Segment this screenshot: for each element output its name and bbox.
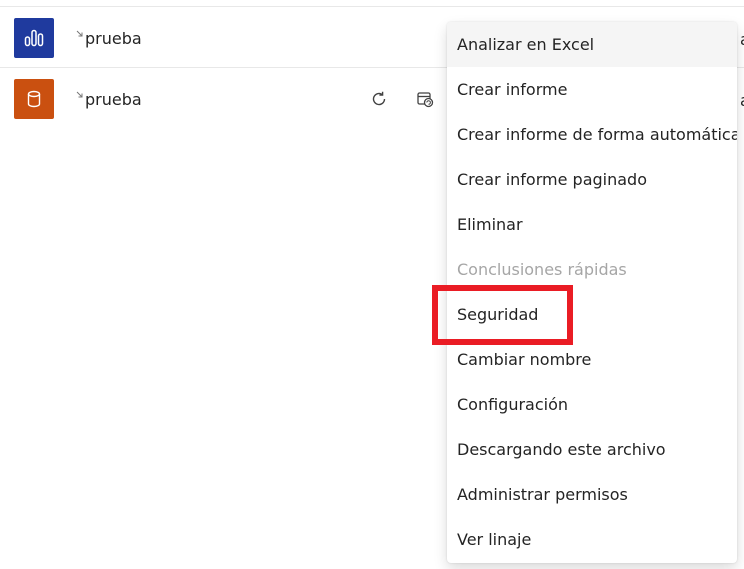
menu-item-create-report[interactable]: Crear informe xyxy=(447,67,737,112)
shortcut-arrow-icon xyxy=(76,84,84,98)
menu-item-security[interactable]: Seguridad xyxy=(447,292,737,337)
truncated-column-text: a xyxy=(740,30,744,50)
refresh-icon[interactable] xyxy=(369,89,389,109)
menu-item-create-paginated-report[interactable]: Crear informe paginado xyxy=(447,157,737,202)
database-icon xyxy=(14,79,54,119)
menu-item-view-lineage[interactable]: Ver linaje xyxy=(447,517,737,562)
menu-item-rename[interactable]: Cambiar nombre xyxy=(447,337,737,382)
menu-item-manage-permissions[interactable]: Administrar permisos xyxy=(447,472,737,517)
item-name[interactable]: prueba xyxy=(85,29,142,49)
menu-item-analyze-in-excel[interactable]: Analizar en Excel xyxy=(447,22,737,67)
menu-item-quick-insights: Conclusiones rápidas xyxy=(457,260,627,279)
menu-item-auto-create-report[interactable]: Crear informe de forma automática xyxy=(447,112,737,157)
item-name[interactable]: prueba xyxy=(85,90,142,110)
context-menu: Analizar en Excel Crear informe Crear in… xyxy=(447,22,737,563)
truncated-column-text: a xyxy=(740,91,744,111)
top-divider xyxy=(0,6,744,7)
menu-item-settings[interactable]: Configuración xyxy=(447,382,737,427)
shortcut-arrow-icon xyxy=(76,23,84,37)
menu-item-download-file[interactable]: Descargando este archivo xyxy=(447,427,737,472)
schedule-refresh-icon[interactable] xyxy=(415,89,435,109)
menu-item-delete[interactable]: Eliminar xyxy=(447,202,737,247)
report-chart-icon xyxy=(14,18,54,58)
